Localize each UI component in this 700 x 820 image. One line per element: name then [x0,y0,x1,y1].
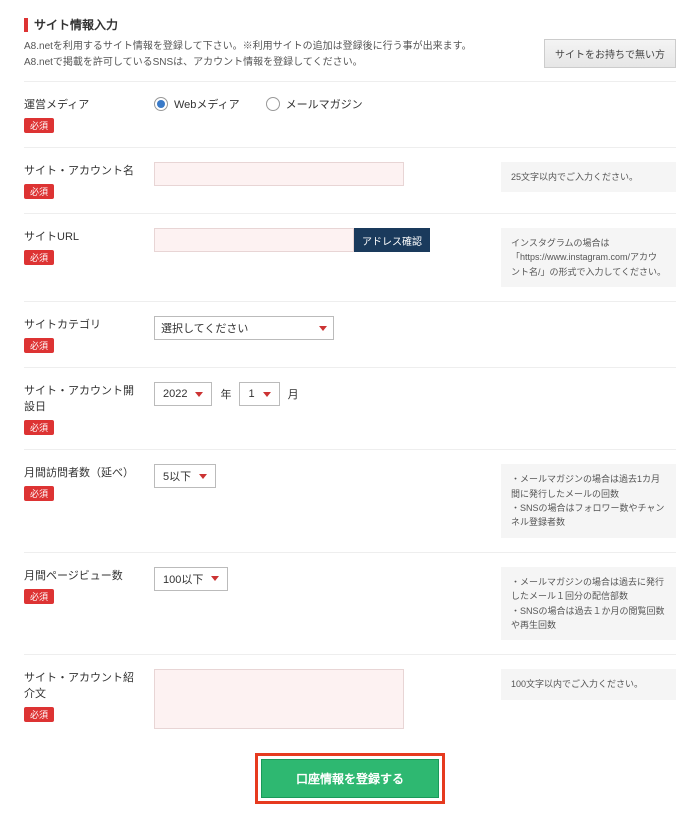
radio-mail[interactable]: メールマガジン [266,96,363,112]
input-col: 100以下 [154,567,491,591]
hint-box: メールマガジンの場合は過去1カ月間に発行したメールの回数 SNSの場合はフォロワ… [501,464,676,538]
month-select[interactable]: 1 [239,382,279,406]
submit-highlight-box: 口座情報を登録する [255,753,445,804]
label-col: 月間ページビュー数 必須 [24,567,144,604]
required-badge: 必須 [24,707,54,722]
required-badge: 必須 [24,338,54,353]
submit-button[interactable]: 口座情報を登録する [261,759,439,798]
intro-line2: A8.netで掲載を許可しているSNSは、アカウント情報を登録してください。 [24,55,472,71]
select-value: 選択してください [161,320,248,336]
year-select[interactable]: 2022 [154,382,212,406]
label-col: サイト・アカウント開設日 必須 [24,382,144,435]
required-badge: 必須 [24,420,54,435]
row-category: サイトカテゴリ 必須 選択してください [24,301,676,367]
row-open-date: サイト・アカウント開設日 必須 2022 年 1 月 [24,367,676,449]
input-col [154,669,491,729]
label-col: サイト・アカウント名 必須 [24,162,144,199]
field-label: サイトカテゴリ [24,316,144,332]
row-visitors: 月間訪問者数（延べ） 必須 5以下 メールマガジンの場合は過去1カ月間に発行した… [24,449,676,552]
chevron-down-icon [319,326,327,331]
label-col: サイト・アカウント紹介文 必須 [24,669,144,722]
site-name-input[interactable] [154,162,404,186]
hint-item: メールマガジンの場合は過去1カ月間に発行したメールの回数 [511,472,666,501]
required-badge: 必須 [24,118,54,133]
select-value: 2022 [163,388,187,400]
radio-web[interactable]: Webメディア [154,96,240,112]
chevron-down-icon [195,392,203,397]
hint-item: SNSの場合は過去１か月の閲覧回数や再生回数 [511,604,666,633]
input-col: 2022 年 1 月 [154,382,676,406]
header-row: A8.netを利用するサイト情報を登録して下さい。※利用サイトの追加は登録後に行… [24,39,676,71]
field-label: サイト・アカウント名 [24,162,144,178]
input-col: 選択してください [154,316,676,340]
select-value: 5以下 [163,468,191,484]
required-badge: 必須 [24,486,54,501]
category-select[interactable]: 選択してください [154,316,334,340]
radio-label: メールマガジン [286,96,363,112]
field-label: サイト・アカウント開設日 [24,382,144,414]
hint-box: インスタグラムの場合は「https://www.instagram.com/アカ… [501,228,676,287]
url-input-group: アドレス確認 [154,228,430,252]
month-unit: 月 [288,386,299,402]
label-col: サイトURL 必須 [24,228,144,265]
no-site-button[interactable]: サイトをお持ちで無い方 [544,39,676,68]
row-site-name: サイト・アカウント名 必須 25文字以内でご入力ください。 [24,147,676,213]
field-label: 月間ページビュー数 [24,567,144,583]
description-textarea[interactable] [154,669,404,729]
pageview-select[interactable]: 100以下 [154,567,228,591]
radio-circle-icon [154,97,168,111]
row-description: サイト・アカウント紹介文 必須 100文字以内でご入力ください。 [24,654,676,743]
required-badge: 必須 [24,589,54,604]
chevron-down-icon [263,392,271,397]
hint-item: メールマガジンの場合は過去に発行したメール１回分の配信部数 [511,575,666,604]
submit-area: 口座情報を登録する [24,743,676,810]
input-col: Webメディア メールマガジン [154,96,676,112]
select-value: 1 [248,388,254,400]
row-media: 運営メディア 必須 Webメディア メールマガジン [24,81,676,147]
hint-box: 25文字以内でご入力ください。 [501,162,676,192]
form-container: サイト情報入力 A8.netを利用するサイト情報を登録して下さい。※利用サイトの… [0,0,700,820]
address-check-button[interactable]: アドレス確認 [354,228,430,252]
hint-item: SNSの場合はフォロワー数やチャンネル登録者数 [511,501,666,530]
label-col: サイトカテゴリ 必須 [24,316,144,353]
field-label: サイトURL [24,228,144,244]
chevron-down-icon [199,474,207,479]
input-col: 5以下 [154,464,491,488]
required-badge: 必須 [24,250,54,265]
required-badge: 必須 [24,184,54,199]
year-unit: 年 [220,386,231,402]
hint-box: 100文字以内でご入力ください。 [501,669,676,699]
intro-line1: A8.netを利用するサイト情報を登録して下さい。※利用サイトの追加は登録後に行… [24,39,472,55]
label-col: 運営メディア 必須 [24,96,144,133]
field-label: サイト・アカウント紹介文 [24,669,144,701]
field-label: 運営メディア [24,96,144,112]
visitors-select[interactable]: 5以下 [154,464,216,488]
chevron-down-icon [211,576,219,581]
radio-group-media: Webメディア メールマガジン [154,96,363,112]
label-col: 月間訪問者数（延べ） 必須 [24,464,144,501]
title-bar-icon [24,18,28,32]
section-title: サイト情報入力 [24,16,676,33]
hint-box: メールマガジンの場合は過去に発行したメール１回分の配信部数 SNSの場合は過去１… [501,567,676,641]
row-site-url: サイトURL 必須 アドレス確認 インスタグラムの場合は「https://www… [24,213,676,301]
hint-text: 100文字以内でご入力ください。 [511,679,643,689]
select-value: 100以下 [163,571,203,587]
input-col: アドレス確認 [154,228,491,252]
hint-text: 25文字以内でご入力ください。 [511,172,638,182]
intro-text: A8.netを利用するサイト情報を登録して下さい。※利用サイトの追加は登録後に行… [24,39,472,71]
site-url-input[interactable] [154,228,354,252]
radio-label: Webメディア [174,96,240,112]
radio-circle-icon [266,97,280,111]
input-col [154,162,491,186]
hint-text: インスタグラムの場合は「https://www.instagram.com/アカ… [511,238,666,277]
field-label: 月間訪問者数（延べ） [24,464,144,480]
section-title-text: サイト情報入力 [34,16,118,33]
row-pageview: 月間ページビュー数 必須 100以下 メールマガジンの場合は過去に発行したメール… [24,552,676,655]
